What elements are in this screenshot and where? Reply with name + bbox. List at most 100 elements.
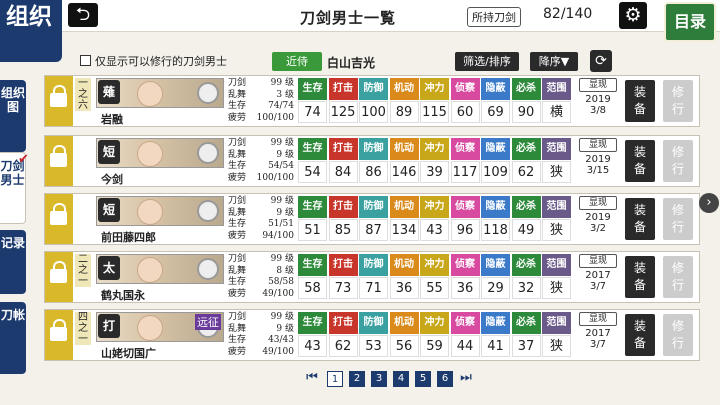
menu-button[interactable]: 目录 <box>664 2 716 42</box>
meta-label: 生存 <box>228 161 247 171</box>
meta-line: 生存 51/51 <box>228 219 294 231</box>
meta-label: 疲劳 <box>228 230 247 241</box>
trainable-checkbox[interactable] <box>80 55 91 66</box>
train-button[interactable]: 修行 <box>663 256 693 298</box>
sword-portrait[interactable]: 太 <box>96 254 224 284</box>
refresh-icon[interactable]: ⟳ <box>590 50 612 72</box>
equip-button[interactable]: 装备 <box>625 140 655 182</box>
equip-button[interactable]: 装备 <box>625 314 655 356</box>
stat-value: 59 <box>420 335 449 357</box>
lock-column <box>45 76 73 126</box>
stat-value: 71 <box>359 277 388 299</box>
stat-header: 机动 <box>389 78 419 100</box>
meta-value: 9 级 <box>276 207 294 218</box>
meta-value: 9 级 <box>276 149 294 160</box>
sword-meta: 刀剑 99 级乱舞 8 级生存 58/58 疲劳 49/100 <box>228 254 294 300</box>
meta-line: 疲劳 49/100 <box>228 347 294 359</box>
stat-header: 防御 <box>359 138 388 160</box>
sword-row: 短今剑 刀剑 99 级乱舞 9 级生存 54/54 疲劳 100/100 生存 54 打击 84 防御… <box>44 135 700 187</box>
date-year: 2019 <box>585 94 611 105</box>
stat-value: 43 <box>298 335 327 357</box>
filter-sort-button[interactable]: 筛选/排序 <box>455 52 519 71</box>
meta-line: 乱舞 8 级 <box>228 266 294 278</box>
sword-row: 短前田藤四郎 刀剑 99 级乱舞 9 级生存 51/51 疲劳 94/100 生存 51 打击 85… <box>44 193 700 245</box>
visible-button[interactable]: 显现 <box>579 196 617 210</box>
first-page-icon[interactable]: ⏮ <box>303 369 321 387</box>
meta-label: 刀剑 <box>228 196 247 206</box>
stat-header: 生存 <box>298 196 327 218</box>
lock-icon[interactable] <box>50 85 67 107</box>
meta-value: 3 级 <box>276 89 294 100</box>
stat-value: 狭 <box>542 161 571 183</box>
meta-line: 乱舞 9 级 <box>228 324 294 336</box>
stat-value: 86 <box>359 161 388 183</box>
recent-button[interactable]: 近侍 <box>272 52 322 71</box>
sword-portrait[interactable]: 短 <box>96 196 224 226</box>
train-char: 修 <box>671 319 684 333</box>
equip-button[interactable]: 装备 <box>625 80 655 122</box>
meta-label: 刀剑 <box>228 78 247 88</box>
train-button[interactable]: 修行 <box>663 140 693 182</box>
sidebar-item-records[interactable]: 记录 <box>0 230 26 294</box>
stat-header: 打击 <box>328 254 358 276</box>
lock-icon[interactable] <box>50 319 67 341</box>
page-6[interactable]: 6 <box>437 371 453 387</box>
meta-label: 乱舞 <box>228 149 247 160</box>
sidebar-item-formation[interactable]: 组织图 <box>0 80 26 152</box>
meta-line: 刀剑 99 级 <box>228 138 294 150</box>
lock-icon[interactable] <box>50 261 67 283</box>
page-3[interactable]: 3 <box>371 371 387 387</box>
lock-icon[interactable] <box>50 145 67 167</box>
meta-label: 生存 <box>228 335 247 345</box>
date-day: 3/8 <box>589 105 607 116</box>
meta-line: 疲劳 100/100 <box>228 113 294 125</box>
stat-header: 生存 <box>298 78 327 100</box>
last-page-icon[interactable]: ⏭ <box>457 369 475 387</box>
page-4[interactable]: 4 <box>393 371 409 387</box>
equip-button[interactable]: 装备 <box>625 256 655 298</box>
lock-icon[interactable] <box>50 203 67 225</box>
visible-button[interactable]: 显现 <box>579 138 617 152</box>
stat-header: 必杀 <box>511 196 541 218</box>
equip-char: 备 <box>633 102 646 116</box>
equip-button[interactable]: 装备 <box>625 198 655 240</box>
page-5[interactable]: 5 <box>415 371 431 387</box>
train-char: 行 <box>671 220 684 234</box>
meta-line: 疲劳 49/100 <box>228 289 294 301</box>
sidebar-item-book[interactable]: 刀帐 <box>0 302 26 374</box>
meta-value: 51/51 <box>268 219 294 229</box>
order-button[interactable]: 降序▼ <box>530 52 578 71</box>
train-button[interactable]: 修行 <box>663 80 693 122</box>
organize-logo: 组织 <box>0 0 62 62</box>
stat-value: 横 <box>542 101 571 123</box>
date-day: 3/2 <box>589 223 607 234</box>
sword-type-badge: 短 <box>98 140 120 164</box>
page-1[interactable]: 1 <box>327 371 343 387</box>
date-stamp: 2017 3/7 <box>579 328 617 350</box>
visible-button[interactable]: 显现 <box>579 254 617 268</box>
train-button[interactable]: 修行 <box>663 198 693 240</box>
visible-button[interactable]: 显现 <box>579 78 617 92</box>
stat-header: 防御 <box>359 312 388 334</box>
sword-portrait[interactable]: 打 远征 <box>96 312 224 342</box>
sword-portrait[interactable]: 短 <box>96 138 224 168</box>
stat-header: 机动 <box>389 312 419 334</box>
stat-value: 49 <box>511 219 541 241</box>
visible-button[interactable]: 显现 <box>579 312 617 326</box>
meta-label: 刀剑 <box>228 312 247 322</box>
meta-value: 74/74 <box>268 101 294 111</box>
stat-table: 生存 58 打击 73 防御 71 机动 36 冲力 55 侦察 36 隐蔽 29 必杀 32 范围狭 <box>298 254 574 300</box>
gear-icon[interactable]: ⚙ <box>619 2 647 29</box>
portrait-face <box>137 81 163 107</box>
chevron-right-icon[interactable]: › <box>699 193 719 213</box>
sword-row: 四之一打远征 山姥切国广 刀剑 99 级乱舞 9 级生存 43/43 疲劳 49/100 生存 4… <box>44 309 700 361</box>
sword-portrait[interactable]: 薙 <box>96 78 224 108</box>
sword-name: 鹤丸国永 <box>101 289 145 302</box>
back-arrow-icon[interactable]: ⮌ <box>68 3 98 27</box>
date-stamp: 2019 3/8 <box>579 94 617 116</box>
page-2[interactable]: 2 <box>349 371 365 387</box>
stat-header: 隐蔽 <box>481 78 510 100</box>
sword-type-badge: 短 <box>98 198 120 222</box>
train-button[interactable]: 修行 <box>663 314 693 356</box>
meta-line: 疲劳 100/100 <box>228 173 294 185</box>
